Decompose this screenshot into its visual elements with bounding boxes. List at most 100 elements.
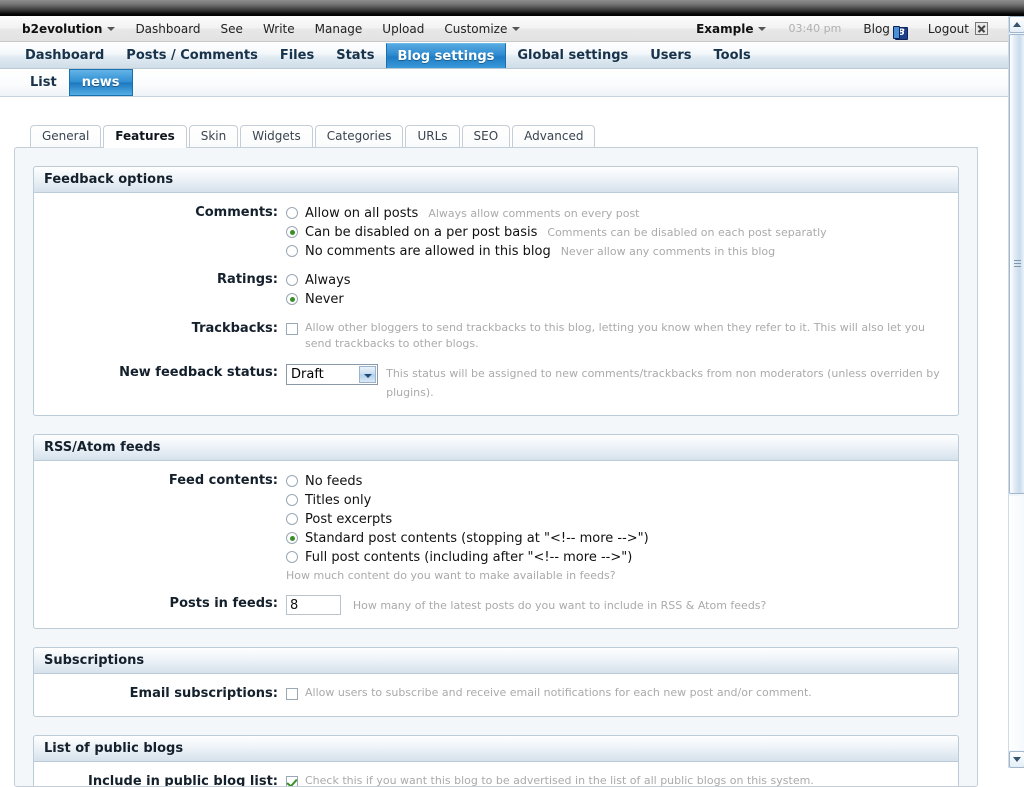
radio-option-titles-only[interactable]: Titles only: [286, 491, 958, 510]
fieldset-body: Include in public blog list: Check this …: [33, 762, 959, 786]
brand-menu[interactable]: b2evolution: [12, 17, 125, 41]
evobar-item-customize[interactable]: Customize: [434, 17, 530, 41]
tab-urls[interactable]: URLs: [405, 125, 460, 147]
checkbox-icon[interactable]: [286, 323, 298, 335]
evobar-item-write[interactable]: Write: [253, 17, 305, 41]
tab-features[interactable]: Features: [103, 125, 187, 148]
nav-item-files[interactable]: Files: [269, 43, 325, 68]
clock: 03:40 pm: [788, 22, 842, 35]
blog-link-label: Blog: [863, 21, 890, 36]
radio-icon-selected[interactable]: [286, 293, 298, 305]
scroll-down-icon[interactable]: [1009, 751, 1024, 768]
form-row-comments: Comments: Allow on all posts Always allo…: [34, 203, 958, 262]
vertical-scrollbar[interactable]: [1008, 16, 1024, 768]
chevron-down-icon[interactable]: [359, 366, 377, 383]
field-trackbacks: Allow other bloggers to send trackbacks …: [286, 320, 958, 352]
radio-icon[interactable]: [286, 475, 298, 487]
nav-item-posts-comments[interactable]: Posts / Comments: [115, 43, 269, 68]
radio-option-post-excerpts[interactable]: Post excerpts: [286, 510, 958, 529]
checkbox-option-include-public-blog-list[interactable]: Check this if you want this blog to be a…: [286, 773, 958, 786]
checkbox-option-trackbacks[interactable]: Allow other bloggers to send trackbacks …: [286, 320, 940, 352]
logout-link-label: Logout: [927, 21, 969, 36]
evobar-left-menu: b2evolution Dashboard See Write Manage U…: [0, 17, 530, 41]
settings-panel: Feedback options Comments: Allow on all …: [14, 147, 978, 787]
nav-item-stats[interactable]: Stats: [325, 43, 385, 68]
form-row-trackbacks: Trackbacks: Allow other bloggers to send…: [34, 319, 958, 353]
nav-item-dashboard[interactable]: Dashboard: [14, 43, 115, 68]
tab-widgets[interactable]: Widgets: [240, 125, 313, 147]
feed-contents-note: How much content do you want to make ava…: [286, 569, 616, 582]
chevron-down-icon: [512, 27, 521, 31]
radio-icon[interactable]: [286, 513, 298, 525]
tab-seo[interactable]: SEO: [461, 125, 511, 147]
posts-in-feeds-input[interactable]: [286, 595, 341, 615]
grip-icon: [1014, 260, 1021, 268]
field-comments: Allow on all posts Always allow comments…: [286, 204, 958, 261]
option-note: Comments can be disabled on each post se…: [547, 226, 827, 239]
checkbox-icon[interactable]: [286, 688, 298, 700]
radio-icon[interactable]: [286, 494, 298, 506]
window-title-bar: [0, 0, 1024, 16]
nav-item-tools[interactable]: Tools: [703, 43, 762, 68]
option-label: No comments are allowed in this blog: [305, 244, 551, 259]
option-label: Can be disabled on a per post basis: [305, 225, 538, 240]
radio-icon[interactable]: [286, 245, 298, 257]
option-label: No feeds: [305, 474, 363, 489]
user-menu[interactable]: Example: [686, 17, 776, 41]
radio-option-per-post[interactable]: Can be disabled on a per post basis Comm…: [286, 223, 958, 242]
option-note: Never allow any comments in this blog: [560, 245, 776, 258]
tab-categories[interactable]: Categories: [314, 125, 404, 147]
radio-option-no-comments[interactable]: No comments are allowed in this blog Nev…: [286, 242, 958, 261]
fieldset-subscriptions: Subscriptions Email subscriptions: Allow…: [33, 647, 959, 717]
checkbox-icon-checked[interactable]: [286, 776, 298, 786]
tab-skin[interactable]: Skin: [188, 125, 239, 147]
evobar-item-upload[interactable]: Upload: [372, 17, 434, 41]
evobar-item-dashboard[interactable]: Dashboard: [125, 17, 210, 41]
radio-option-allow-all[interactable]: Allow on all posts Always allow comments…: [286, 204, 958, 223]
scrollbar-track[interactable]: [1009, 496, 1024, 750]
feedback-status-select[interactable]: Draft: [286, 364, 379, 385]
option-label: Always: [305, 273, 351, 288]
form-row-ratings: Ratings: Always Never: [34, 270, 958, 310]
scrollbar-thumb[interactable]: [1009, 34, 1024, 494]
radio-option-standard-post-contents[interactable]: Standard post contents (stopping at "<!-…: [286, 529, 958, 548]
evobar: b2evolution Dashboard See Write Manage U…: [0, 16, 1008, 42]
radio-icon-selected[interactable]: [286, 532, 298, 544]
evobar-item-see[interactable]: See: [211, 17, 253, 41]
radio-icon-selected[interactable]: [286, 226, 298, 238]
radio-option-full-post-contents[interactable]: Full post contents (including after "<!-…: [286, 548, 958, 567]
posts-in-feeds-note: How many of the latest posts do you want…: [352, 598, 767, 612]
nav-item-blog-settings[interactable]: Blog settings: [385, 43, 507, 68]
tab-advanced[interactable]: Advanced: [512, 125, 596, 147]
radio-option-ratings-never[interactable]: Never: [286, 290, 958, 309]
scroll-up-icon[interactable]: [1009, 16, 1024, 33]
radio-option-no-feeds[interactable]: No feeds: [286, 472, 958, 491]
label-trackbacks: Trackbacks:: [191, 321, 278, 336]
nav-item-global-settings[interactable]: Global settings: [506, 43, 639, 68]
fieldset-title: List of public blogs: [33, 735, 959, 762]
feedback-status-note: This status will be assigned to new comm…: [386, 367, 940, 399]
blog-link[interactable]: Blog B: [853, 17, 918, 41]
radio-icon[interactable]: [286, 274, 298, 286]
logout-link[interactable]: Logout: [918, 17, 998, 41]
form-row-posts-in-feeds: Posts in feeds: How many of the latest p…: [34, 594, 958, 616]
radio-icon[interactable]: [286, 207, 298, 219]
tab-general[interactable]: General: [30, 125, 102, 147]
field-ratings: Always Never: [286, 271, 958, 309]
nav-item-users[interactable]: Users: [639, 43, 702, 68]
radio-option-ratings-always[interactable]: Always: [286, 271, 958, 290]
radio-icon[interactable]: [286, 551, 298, 563]
field-include-in-public-blog-list: Check this if you want this blog to be a…: [286, 773, 958, 786]
fieldset-title: Feedback options: [33, 166, 959, 193]
checkbox-option-email-subscriptions[interactable]: Allow users to subscribe and receive ema…: [286, 685, 958, 701]
option-note: Always allow comments on every post: [428, 207, 640, 220]
feedback-status-value: Draft: [291, 367, 324, 382]
blog-icon: B: [892, 25, 908, 40]
chevron-down-icon: [107, 27, 116, 31]
subnav-item-news[interactable]: news: [68, 69, 133, 96]
evobar-item-manage[interactable]: Manage: [305, 17, 373, 41]
option-label: Allow on all posts: [305, 206, 419, 221]
label-posts-in-feeds: Posts in feeds:: [169, 596, 278, 611]
subnav-item-list[interactable]: List: [18, 69, 69, 96]
field-new-feedback-status: Draft This status will be assigned to ne…: [286, 364, 958, 402]
